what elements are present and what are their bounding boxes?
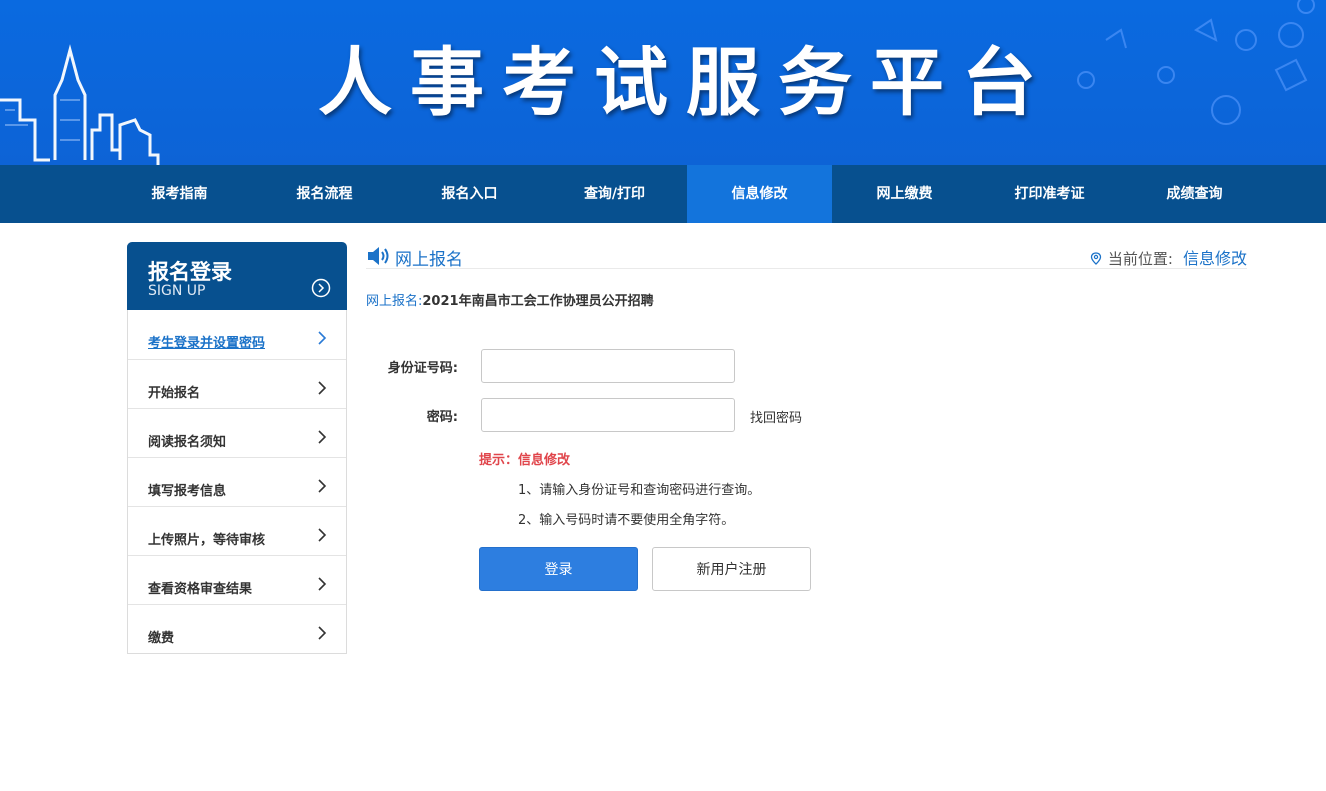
id-number-label: 身份证号码: bbox=[387, 361, 458, 376]
sidebar-item-read-notice[interactable]: 阅读报名须知 bbox=[128, 408, 346, 457]
city-skyline-icon bbox=[0, 44, 160, 165]
sidebar-menu: 考生登录并设置密码 开始报名 阅读报名须知 填写报考信息 上传照片，等待审核 查… bbox=[127, 310, 347, 654]
forgot-password-link[interactable]: 找回密码 bbox=[750, 407, 802, 426]
sidebar-item-upload-photo[interactable]: 上传照片，等待审核 bbox=[128, 506, 346, 555]
sidebar-item-label: 开始报名 bbox=[148, 386, 201, 401]
section-title: 网上报名 bbox=[395, 250, 463, 270]
sidebar-item-fill-info[interactable]: 填写报考信息 bbox=[128, 457, 346, 506]
sidebar-item-label: 查看资格审查结果 bbox=[148, 582, 253, 597]
chevron-right-icon bbox=[318, 430, 327, 444]
chevron-right-icon bbox=[318, 528, 327, 542]
nav-item-print-admission[interactable]: 打印准考证 bbox=[977, 165, 1122, 223]
site-title: 人事考试服务平台 bbox=[318, 40, 1054, 126]
chevron-right-icon bbox=[318, 331, 327, 345]
sidebar-title: 报名登录 bbox=[148, 260, 232, 284]
sidebar-item-label: 缴费 bbox=[148, 631, 175, 646]
chevron-right-icon bbox=[318, 626, 327, 640]
main-nav: 报考指南 报名流程 报名入口 查询/打印 信息修改 网上缴费 打印准考证 成绩查… bbox=[0, 165, 1326, 223]
chevron-right-icon bbox=[318, 577, 327, 591]
sidebar-item-payment[interactable]: 缴费 bbox=[128, 604, 346, 653]
divider bbox=[366, 268, 1247, 269]
sidebar-item-login-set-password[interactable]: 考生登录并设置密码 bbox=[128, 310, 346, 359]
sidebar-header: 报名登录 SIGN UP bbox=[127, 242, 347, 310]
sidebar-item-review-results[interactable]: 查看资格审查结果 bbox=[128, 555, 346, 604]
register-button[interactable]: 新用户注册 bbox=[652, 547, 811, 591]
sidebar: 报名登录 SIGN UP 考生登录并设置密码 开始报名 阅读报名须知 填写报考信… bbox=[127, 242, 347, 654]
breadcrumb: 当前位置: 信息修改 bbox=[1090, 245, 1247, 269]
sidebar-item-label: 阅读报名须知 bbox=[148, 435, 227, 450]
circle-arrow-icon bbox=[311, 278, 331, 298]
exam-subtitle-key: 网上报名: bbox=[366, 294, 423, 309]
nav-item-score-query[interactable]: 成绩查询 bbox=[1122, 165, 1267, 223]
chevron-right-icon bbox=[318, 479, 327, 493]
header-banner: 人事考试服务平台 bbox=[0, 0, 1326, 165]
speaker-icon bbox=[368, 247, 389, 265]
login-button[interactable]: 登录 bbox=[479, 547, 638, 591]
password-input[interactable] bbox=[481, 398, 735, 432]
nav-item-info-edit[interactable]: 信息修改 bbox=[687, 165, 832, 223]
sidebar-item-label: 考生登录并设置密码 bbox=[148, 336, 266, 351]
hint-line: 1、请输入身份证号和查询密码进行查询。 bbox=[518, 483, 761, 498]
decorative-doodles-icon bbox=[1077, 0, 1315, 125]
chevron-right-icon bbox=[318, 381, 327, 395]
sidebar-item-label: 上传照片，等待审核 bbox=[148, 533, 266, 548]
nav-item-exam-guide[interactable]: 报考指南 bbox=[107, 165, 252, 223]
nav-item-registration-entry[interactable]: 报名入口 bbox=[397, 165, 542, 223]
nav-item-registration-process[interactable]: 报名流程 bbox=[252, 165, 397, 223]
breadcrumb-label: 当前位置: bbox=[1107, 250, 1173, 268]
exam-subtitle-value: 2021年南昌市工会工作协理员公开招聘 bbox=[422, 294, 654, 309]
password-label: 密码: bbox=[426, 410, 458, 425]
sidebar-subtitle: SIGN UP bbox=[148, 283, 206, 299]
sidebar-item-start-registration[interactable]: 开始报名 bbox=[128, 359, 346, 408]
hint-line: 2、输入号码时请不要使用全角字符。 bbox=[518, 513, 735, 528]
nav-item-query-print[interactable]: 查询/打印 bbox=[542, 165, 687, 223]
exam-subtitle: 网上报名:2021年南昌市工会工作协理员公开招聘 bbox=[366, 290, 654, 309]
hint-title: 提示：信息修改 bbox=[479, 453, 571, 468]
breadcrumb-current[interactable]: 信息修改 bbox=[1183, 249, 1247, 268]
location-pin-icon bbox=[1090, 252, 1102, 265]
nav-item-online-payment[interactable]: 网上缴费 bbox=[832, 165, 977, 223]
sidebar-item-label: 填写报考信息 bbox=[148, 484, 227, 499]
id-number-input[interactable] bbox=[481, 349, 735, 383]
